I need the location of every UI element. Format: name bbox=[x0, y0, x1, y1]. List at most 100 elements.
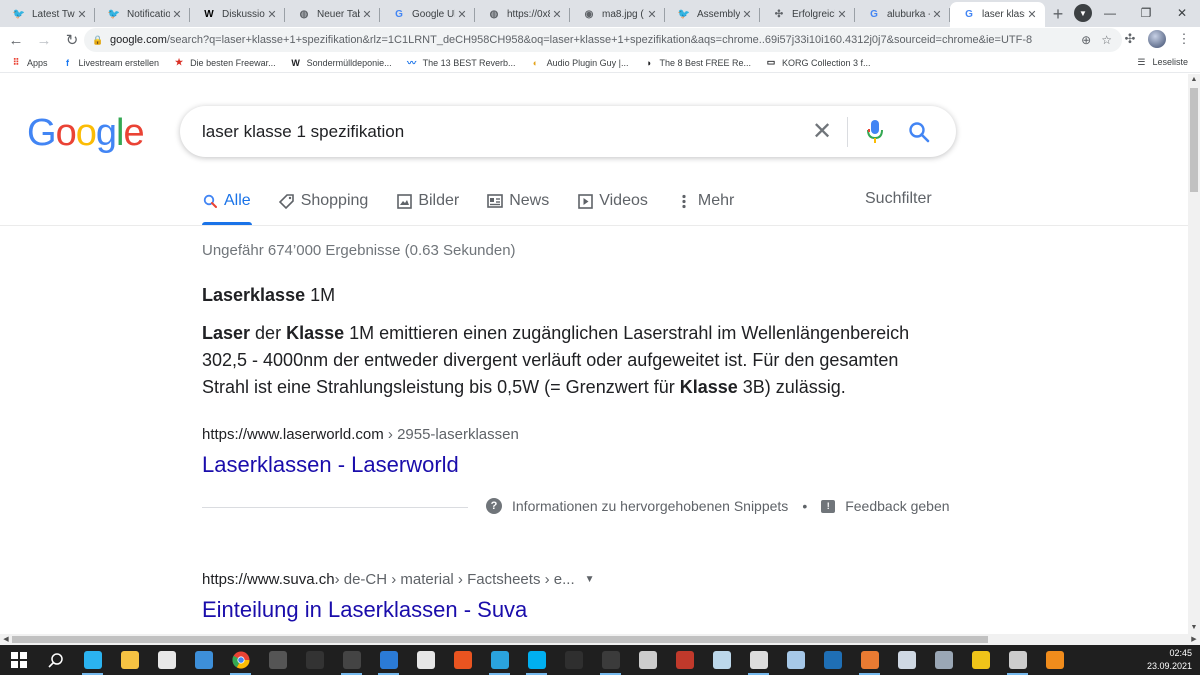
windows-start-icon[interactable] bbox=[0, 645, 37, 675]
store-icon[interactable] bbox=[148, 645, 185, 675]
tab-bilder[interactable]: Bilder bbox=[396, 190, 459, 212]
bookmark-item[interactable]: ▭ KORG Collection 3 f... bbox=[765, 57, 871, 69]
app-icon[interactable] bbox=[259, 645, 296, 675]
chevron-down-icon[interactable]: ▼ bbox=[585, 574, 595, 585]
bookmark-item[interactable]: ★ Die besten Freewar... bbox=[173, 57, 276, 69]
vertical-scroll-thumb[interactable] bbox=[1190, 88, 1198, 192]
tab-alle[interactable]: Alle bbox=[202, 190, 251, 212]
browser-tab[interactable]: G Google Ub✕ bbox=[380, 2, 475, 27]
close-tab-icon[interactable]: ✕ bbox=[930, 8, 944, 21]
tab-videos[interactable]: Videos bbox=[577, 190, 648, 212]
app-icon[interactable] bbox=[296, 645, 333, 675]
bookmark-item[interactable]: W Sondermülldeponie... bbox=[290, 57, 391, 69]
browser-tab[interactable]: 🐦 Notificatio ✕ bbox=[95, 2, 190, 27]
bookmark-item[interactable]: 〰 The 13 BEST Reverb... bbox=[406, 57, 515, 69]
browser-tab[interactable]: ◍ Neuer Tab ✕ bbox=[285, 2, 380, 27]
tab-mehr[interactable]: Mehr bbox=[676, 190, 734, 212]
app-icon[interactable] bbox=[777, 645, 814, 675]
system-clock[interactable]: 02:45 23.09.2021 bbox=[1147, 647, 1192, 673]
app-icon[interactable] bbox=[962, 645, 999, 675]
search-submit-icon[interactable] bbox=[904, 121, 934, 143]
browser-tab[interactable]: Glaser klass ✕ bbox=[950, 2, 1045, 27]
maximize-button[interactable]: ❐ bbox=[1128, 0, 1164, 25]
skype-icon[interactable] bbox=[518, 645, 555, 675]
app-icon[interactable] bbox=[740, 645, 777, 675]
browser-tab[interactable]: 🐦 Latest Twe✕ bbox=[0, 2, 95, 27]
forward-button[interactable]: → bbox=[32, 28, 56, 52]
reading-list-button[interactable]: ☰ Leseliste bbox=[1135, 56, 1188, 68]
browser-tab[interactable]: W Diskussion✕ bbox=[190, 2, 285, 27]
close-tab-icon[interactable]: ✕ bbox=[740, 8, 754, 21]
close-tab-icon[interactable]: ✕ bbox=[550, 8, 564, 21]
ubuntu-icon[interactable] bbox=[444, 645, 481, 675]
edge-icon[interactable] bbox=[74, 645, 111, 675]
tab-news[interactable]: News bbox=[487, 190, 549, 212]
app-icon[interactable] bbox=[555, 645, 592, 675]
app-icon[interactable] bbox=[370, 645, 407, 675]
about-snippets-link[interactable]: Informationen zu hervorgehobenen Snippet… bbox=[512, 498, 788, 514]
close-tab-icon[interactable]: ✕ bbox=[360, 8, 374, 21]
bookmark-star-icon[interactable]: ☆ bbox=[1101, 33, 1112, 47]
app-icon[interactable] bbox=[888, 645, 925, 675]
terminal-icon[interactable] bbox=[999, 645, 1036, 675]
search-box[interactable]: laser klasse 1 spezifikation ✕ bbox=[180, 106, 956, 157]
clear-search-icon[interactable]: ✕ bbox=[807, 117, 837, 146]
minimize-button[interactable]: — bbox=[1092, 0, 1128, 25]
voicemeeter-icon[interactable] bbox=[666, 645, 703, 675]
telegram-icon[interactable] bbox=[481, 645, 518, 675]
close-window-button[interactable]: ✕ bbox=[1164, 0, 1200, 25]
vertical-scrollbar[interactable]: ▲ ▼ bbox=[1188, 74, 1200, 634]
tools-button[interactable]: Suchfilter bbox=[865, 190, 932, 208]
file-explorer-icon[interactable] bbox=[111, 645, 148, 675]
result-cite[interactable]: https://www.laserworld.com › 2955-laserk… bbox=[202, 426, 519, 443]
result-cite-2[interactable]: https://www.suva.ch › de-CH › material ›… bbox=[202, 571, 595, 588]
scroll-down-arrow[interactable]: ▼ bbox=[1188, 622, 1200, 634]
app-icon[interactable] bbox=[925, 645, 962, 675]
feedback-icon[interactable]: ! bbox=[821, 499, 836, 513]
new-tab-button[interactable]: + bbox=[1045, 2, 1071, 27]
vlc-icon[interactable] bbox=[1036, 645, 1073, 675]
browser-tab[interactable]: ◍ https://0x8 ✕ bbox=[475, 2, 570, 27]
app-icon[interactable] bbox=[814, 645, 851, 675]
extensions-puzzle-icon[interactable]: ✣ bbox=[1120, 29, 1140, 49]
close-tab-icon[interactable]: ✕ bbox=[1025, 8, 1039, 21]
scroll-right-arrow[interactable]: ▶ bbox=[1188, 634, 1200, 645]
close-tab-icon[interactable]: ✕ bbox=[455, 8, 469, 21]
live-icon[interactable] bbox=[333, 645, 370, 675]
browser-tab[interactable]: ◉ ma8.jpg (✕ bbox=[570, 2, 665, 27]
scroll-up-arrow[interactable]: ▲ bbox=[1188, 74, 1200, 86]
close-tab-icon[interactable]: ✕ bbox=[75, 8, 89, 21]
browser-tab[interactable]: ✣ Erfolgreich✕ bbox=[760, 2, 855, 27]
mail-icon[interactable] bbox=[185, 645, 222, 675]
profile-avatar[interactable] bbox=[1148, 30, 1166, 48]
result-link-suva[interactable]: Einteilung in Laserklassen - Suva bbox=[202, 597, 527, 623]
bookmark-item[interactable]: ◐ Audio Plugin Guy |... bbox=[530, 57, 629, 69]
bookmark-item[interactable]: f Livestream erstellen bbox=[62, 57, 159, 69]
close-tab-icon[interactable]: ✕ bbox=[645, 8, 659, 21]
horizontal-scroll-thumb[interactable] bbox=[12, 636, 988, 643]
back-button[interactable]: ← bbox=[4, 28, 28, 52]
scroll-left-arrow[interactable]: ◀ bbox=[0, 634, 12, 645]
browser-tab[interactable]: Galuburka - ✕ bbox=[855, 2, 950, 27]
zoom-icon[interactable]: ⊕ bbox=[1081, 33, 1091, 47]
url-text[interactable]: google.com/search?q=laser+klasse+1+spezi… bbox=[110, 34, 1081, 46]
tab-shopping[interactable]: Shopping bbox=[279, 190, 368, 212]
feedback-link[interactable]: Feedback geben bbox=[845, 498, 949, 514]
kali-icon[interactable] bbox=[592, 645, 629, 675]
browser-tab[interactable]: 🐦 Assembly ✕ bbox=[665, 2, 760, 27]
bookmark-item[interactable]: ◑ The 8 Best FREE Re... bbox=[642, 57, 751, 69]
app-icon[interactable] bbox=[851, 645, 888, 675]
horizontal-scrollbar[interactable]: ◀ ▶ bbox=[0, 634, 1200, 645]
chrome-icon[interactable] bbox=[222, 645, 259, 675]
app-icon[interactable] bbox=[629, 645, 666, 675]
bookmark-item[interactable]: ⠿ Apps bbox=[10, 57, 48, 69]
voice-search-icon[interactable] bbox=[860, 119, 890, 144]
help-icon[interactable]: ? bbox=[486, 498, 502, 514]
result-link-laserworld[interactable]: Laserklassen - Laserworld bbox=[202, 452, 459, 478]
close-tab-icon[interactable]: ✕ bbox=[170, 8, 184, 21]
address-bar[interactable]: 🔒 google.com/search?q=laser+klasse+1+spe… bbox=[84, 28, 1122, 52]
search-input[interactable]: laser klasse 1 spezifikation bbox=[202, 122, 807, 142]
reload-button[interactable]: ↻ bbox=[60, 28, 84, 52]
tab-search-icon[interactable]: ▼ bbox=[1074, 4, 1092, 22]
app-icon[interactable] bbox=[703, 645, 740, 675]
